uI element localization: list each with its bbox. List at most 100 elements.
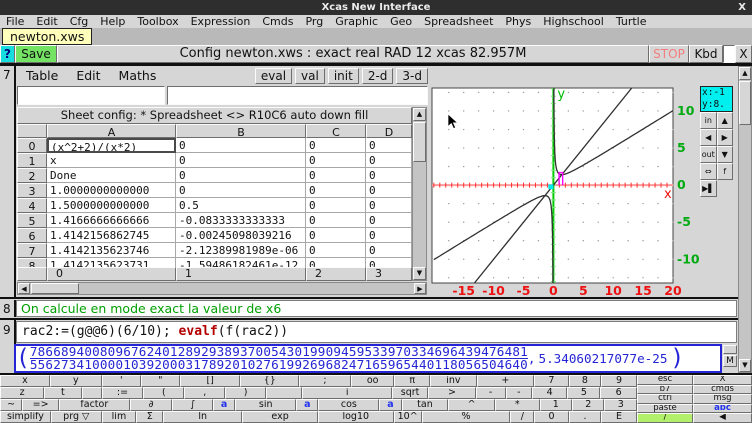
key-∂[interactable]: ∂ bbox=[130, 399, 173, 411]
cell[interactable]: 1.4166666666666 bbox=[47, 213, 176, 228]
key-4[interactable]: 4 bbox=[532, 387, 567, 399]
scroll-down-icon[interactable]: ▼ bbox=[413, 267, 426, 280]
key-b7[interactable]: b7 bbox=[637, 385, 693, 395]
key-0[interactable]: 0 bbox=[534, 411, 569, 423]
menu-prg[interactable]: Prg bbox=[299, 15, 329, 28]
key-'[interactable]: ' bbox=[102, 375, 141, 387]
key-sin[interactable]: sin bbox=[235, 399, 296, 411]
cell[interactable]: 0 bbox=[176, 168, 306, 183]
output-resize-handle[interactable] bbox=[723, 345, 737, 354]
key-%[interactable]: % bbox=[422, 411, 511, 423]
key-esc[interactable]: esc bbox=[637, 375, 693, 385]
key--[interactable]: - bbox=[476, 387, 506, 399]
column-footer[interactable]: 3 bbox=[366, 267, 412, 281]
corner-cell[interactable] bbox=[17, 267, 47, 281]
scroll-right-icon[interactable]: ▶ bbox=[414, 283, 426, 294]
key-blank[interactable] bbox=[266, 387, 302, 399]
key-=>[interactable]: => bbox=[22, 399, 59, 411]
key-cmds[interactable]: cmds bbox=[693, 385, 752, 395]
key-.[interactable]: . bbox=[569, 411, 601, 423]
cell[interactable]: 1.4142156862745 bbox=[47, 228, 176, 243]
key-9[interactable]: 9 bbox=[601, 375, 637, 387]
result-output[interactable]: ( 78668940080967624012892938937005430199… bbox=[14, 344, 722, 373]
cell[interactable]: 1.4142135623746 bbox=[47, 243, 176, 258]
key-;[interactable]: ; bbox=[299, 375, 351, 387]
key-◀[interactable]: ◀ bbox=[693, 413, 752, 423]
sheet-cell-input[interactable] bbox=[17, 86, 165, 105]
sheet-button-val[interactable]: val bbox=[295, 68, 325, 84]
key-5[interactable]: 5 bbox=[567, 387, 600, 399]
output-menu-button[interactable]: M bbox=[723, 355, 737, 367]
cell[interactable]: (x^2+2)/(x*2) bbox=[47, 138, 176, 153]
menu-turtle[interactable]: Turtle bbox=[610, 15, 653, 28]
menu-toolbox[interactable]: Toolbox bbox=[131, 15, 184, 28]
key-{}[interactable]: {} bbox=[240, 375, 299, 387]
key-msg[interactable]: msg bbox=[693, 394, 752, 404]
row-header[interactable]: 8 bbox=[17, 258, 47, 267]
session-vertical-scrollbar[interactable]: ▲ ▼ bbox=[738, 66, 752, 373]
row-header[interactable]: 3 bbox=[17, 183, 47, 198]
cell[interactable]: x bbox=[47, 153, 176, 168]
column-header[interactable]: D bbox=[366, 124, 412, 138]
key-10^[interactable]: 10^ bbox=[394, 411, 422, 423]
menu-cfg[interactable]: Cfg bbox=[64, 15, 95, 28]
sheet-horizontal-scrollbar[interactable]: ◀ ▶ bbox=[17, 282, 427, 295]
cell[interactable]: -1.59486182461e-12 bbox=[176, 258, 306, 267]
key-)[interactable]: ) bbox=[225, 387, 266, 399]
key-factor[interactable]: factor bbox=[59, 399, 130, 411]
cell[interactable]: 0 bbox=[306, 228, 366, 243]
key-prg ▽[interactable]: prg ▽ bbox=[51, 411, 102, 423]
scroll-down-icon[interactable]: ▼ bbox=[739, 359, 751, 372]
sheet-button-eval[interactable]: eval bbox=[255, 68, 292, 84]
key-ctrl[interactable]: ctrl bbox=[637, 394, 693, 404]
key-cos[interactable]: cos bbox=[318, 399, 379, 411]
row-header[interactable]: 0 bbox=[17, 138, 47, 153]
cell[interactable]: 0 bbox=[366, 228, 412, 243]
cell[interactable]: 0 bbox=[176, 153, 306, 168]
key-paste[interactable]: paste bbox=[637, 404, 693, 414]
command-input-line[interactable]: rac2:=(g@@6)(6/10); evalf(f(rac2)) bbox=[16, 321, 737, 343]
cell[interactable]: 0 bbox=[306, 153, 366, 168]
key-"[interactable]: " bbox=[141, 375, 180, 387]
sheet-button-2-d[interactable]: 2-d bbox=[362, 68, 394, 84]
menu-highschool[interactable]: Highschool bbox=[537, 15, 610, 28]
key->[interactable]: > bbox=[428, 387, 475, 399]
graph-button-▶[interactable]: ▶ bbox=[717, 129, 734, 146]
key-t[interactable]: t bbox=[44, 387, 82, 399]
session-close-button[interactable]: X bbox=[735, 45, 752, 63]
key-+[interactable]: + bbox=[477, 375, 534, 387]
key-X[interactable]: X bbox=[693, 375, 752, 385]
key-2[interactable]: 2 bbox=[572, 399, 604, 411]
key-E[interactable]: E bbox=[601, 411, 637, 423]
key-abc[interactable]: abc bbox=[693, 404, 752, 414]
cell[interactable]: 0 bbox=[306, 138, 366, 153]
row-header[interactable]: 6 bbox=[17, 228, 47, 243]
column-header[interactable]: B bbox=[176, 124, 306, 138]
graph-button-out[interactable]: out bbox=[700, 146, 717, 163]
key-oo[interactable]: oo bbox=[351, 375, 394, 387]
cell[interactable]: 1.4142135623731 bbox=[47, 258, 176, 267]
cell[interactable]: 0 bbox=[306, 258, 366, 267]
corner-cell[interactable] bbox=[17, 124, 47, 138]
cell[interactable]: 0 bbox=[366, 258, 412, 267]
key-lim[interactable]: lim bbox=[102, 411, 137, 423]
scroll-left-icon[interactable]: ◀ bbox=[18, 283, 30, 294]
scroll-thumb[interactable] bbox=[413, 122, 426, 162]
key-x[interactable]: x bbox=[0, 375, 50, 387]
key-Σ[interactable]: Σ bbox=[136, 411, 163, 423]
key-z[interactable]: z bbox=[0, 387, 44, 399]
column-footer[interactable]: 1 bbox=[176, 267, 306, 281]
cell[interactable]: 0 bbox=[306, 198, 366, 213]
sheet-vertical-scrollbar[interactable]: ▲ ▼ bbox=[412, 107, 427, 281]
cell[interactable]: 0.5 bbox=[176, 198, 306, 213]
row-header[interactable]: 7 bbox=[17, 243, 47, 258]
level-8-number[interactable]: 8 bbox=[3, 302, 11, 316]
sheet-button-init[interactable]: init bbox=[328, 68, 359, 84]
menu-file[interactable]: File bbox=[0, 15, 30, 28]
sheet-menu-maths[interactable]: Maths bbox=[110, 68, 166, 83]
key-tan[interactable]: tan bbox=[402, 399, 449, 411]
kbd-toggle-button[interactable]: Kbd bbox=[689, 45, 723, 63]
column-header[interactable]: C bbox=[306, 124, 366, 138]
cell[interactable]: -0.00245098039216 bbox=[176, 228, 306, 243]
column-footer[interactable]: 0 bbox=[47, 267, 176, 281]
